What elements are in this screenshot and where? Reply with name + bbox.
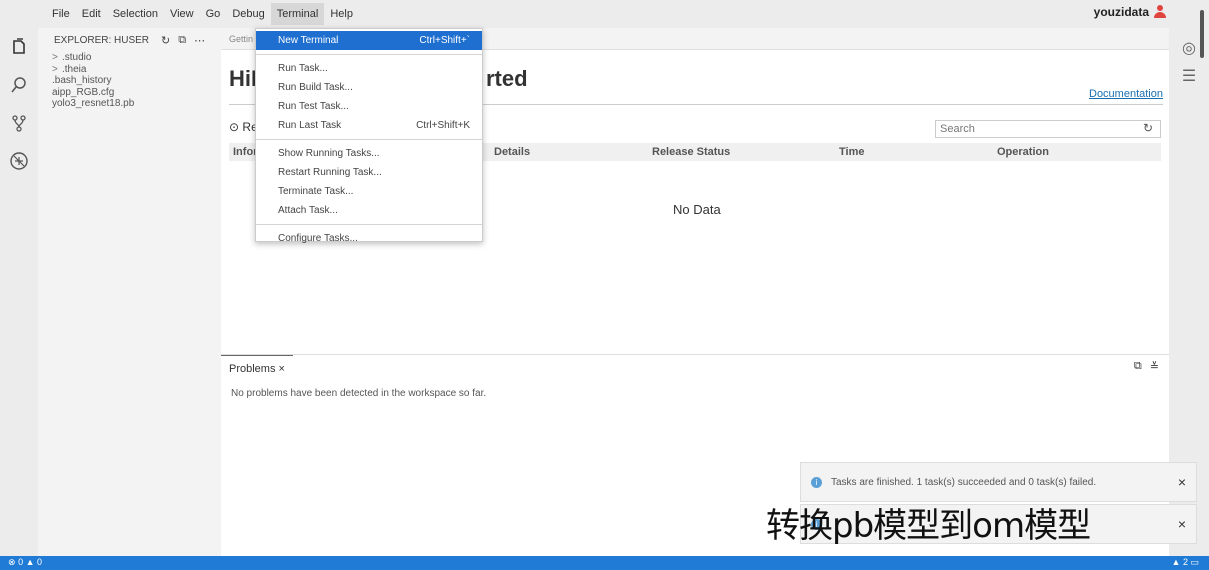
explorer-title: EXPLORER: HUSER (54, 34, 150, 46)
outline-icon[interactable]: ☰ (1169, 62, 1209, 90)
shortcut: Ctrl+Shift+K (416, 120, 470, 131)
tree-item-file[interactable]: yolo3_resnet18.pb (38, 98, 221, 110)
close-icon[interactable]: × (279, 363, 285, 375)
notification-message: Tasks are finished. 1 task(s) succeeded … (831, 477, 1097, 488)
terminal-menu: New Terminal Ctrl+Shift+` Run Task... Ru… (255, 28, 483, 244)
video-caption: 转换pb模型到om模型 (766, 506, 1091, 546)
menu-separator (256, 224, 482, 225)
shortcut: Ctrl+Shift+` (419, 35, 470, 46)
tree-item-folder[interactable]: > .theia (38, 64, 221, 76)
collapse-all-icon[interactable]: ⧉ (178, 34, 186, 47)
menu-bar: File Edit Selection View Go Debug Termin… (0, 0, 1209, 28)
panel-tools: ⧉ ≚ (1134, 360, 1159, 373)
menu-item-terminate-task[interactable]: Terminate Task... (256, 182, 482, 201)
empty-state: No Data (673, 202, 721, 217)
close-icon[interactable]: × (1178, 474, 1186, 490)
scrollbar[interactable] (1198, 0, 1206, 60)
problems-count[interactable]: ⊗ 0 ▲ 0 (8, 557, 42, 568)
search-input[interactable]: Search (935, 120, 1161, 138)
user-name: youzidata (1093, 5, 1149, 19)
menu-debug[interactable]: Debug (226, 3, 270, 25)
menu-item-run-test-task[interactable]: Run Test Task... (256, 97, 482, 116)
tree-item-file[interactable]: .bash_history (38, 75, 221, 87)
tree-item-file[interactable]: aipp_RGB.cfg (38, 87, 221, 99)
error-icon: ⊗ (8, 557, 16, 567)
clear-icon[interactable]: ≚ (1150, 360, 1159, 373)
explorer-sidebar: EXPLORER: HUSER ↻ ⧉ ⋯ > .studio > .theia .… (38, 28, 221, 556)
clock-icon: ⊙ (229, 120, 240, 134)
user-menu[interactable]: youzidata (1094, 5, 1167, 19)
debug-icon[interactable] (0, 142, 38, 180)
tab-getting-started[interactable]: Gettin (221, 28, 253, 50)
tab-problems[interactable]: Problems × (221, 355, 293, 381)
close-icon[interactable]: × (1178, 516, 1186, 532)
documentation-link[interactable]: Documentation (1089, 88, 1163, 100)
menu-item-restart-running-task[interactable]: Restart Running Task... (256, 163, 482, 182)
problems-message: No problems have been detected in the wo… (231, 388, 487, 399)
notifications-count[interactable]: ▲ 2 ▭ (1172, 557, 1199, 568)
scrollbar-thumb[interactable] (1200, 10, 1204, 58)
menu-item-show-running-tasks[interactable]: Show Running Tasks... (256, 144, 482, 163)
menu-item-attach-task[interactable]: Attach Task... (256, 201, 482, 220)
activity-bar (0, 28, 38, 556)
refresh-icon[interactable]: ↻ (161, 34, 170, 47)
search-icon[interactable] (0, 66, 38, 104)
menu-item-run-last-task[interactable]: Run Last Task Ctrl+Shift+K (256, 116, 482, 135)
menu-item-new-terminal[interactable]: New Terminal Ctrl+Shift+` (256, 31, 482, 50)
menu-terminal[interactable]: Terminal (270, 3, 325, 25)
menu-item-configure-tasks[interactable]: Configure Tasks... (256, 229, 482, 248)
user-icon (1153, 5, 1167, 19)
menu-separator (256, 139, 482, 140)
menu-edit[interactable]: Edit (76, 3, 107, 25)
files-icon[interactable] (0, 28, 38, 66)
menu-item-run-task[interactable]: Run Task... (256, 59, 482, 78)
collapse-icon[interactable]: ⧉ (1134, 360, 1142, 373)
menu-separator (256, 54, 482, 55)
menu-view[interactable]: View (164, 3, 200, 25)
col-operation: Operation (997, 146, 1049, 158)
bell-icon: ▲ (1171, 557, 1181, 567)
explorer-header: EXPLORER: HUSER ↻ ⧉ ⋯ (38, 28, 221, 52)
source-control-icon[interactable] (0, 104, 38, 142)
info-icon: i (811, 477, 822, 488)
page-title-right: rted (486, 66, 528, 91)
col-info: Infor (233, 146, 258, 158)
tree-item-folder[interactable]: > .studio (38, 52, 221, 64)
refresh-icon[interactable]: ↻ (1143, 121, 1153, 135)
chevron-right-icon: > (52, 52, 58, 63)
more-icon[interactable]: ⋯ (194, 34, 205, 47)
menu-item-run-build-task[interactable]: Run Build Task... (256, 78, 482, 97)
notification-toast: i Tasks are finished. 1 task(s) succeede… (800, 462, 1197, 502)
chevron-right-icon: > (52, 63, 58, 75)
col-release-status: Release Status (652, 146, 731, 158)
col-time: Time (839, 146, 865, 158)
menu-selection[interactable]: Selection (107, 3, 164, 25)
panel-toggle-icon[interactable]: ▭ (1190, 557, 1199, 567)
menu-go[interactable]: Go (200, 3, 227, 25)
col-details: Details (494, 146, 531, 158)
menu-file[interactable]: File (46, 3, 76, 25)
menu-help[interactable]: Help (324, 3, 359, 25)
section-heading: ⊙ Re (229, 120, 258, 134)
status-bar: ⊗ 0 ▲ 0 ▲ 2 ▭ (0, 556, 1209, 570)
